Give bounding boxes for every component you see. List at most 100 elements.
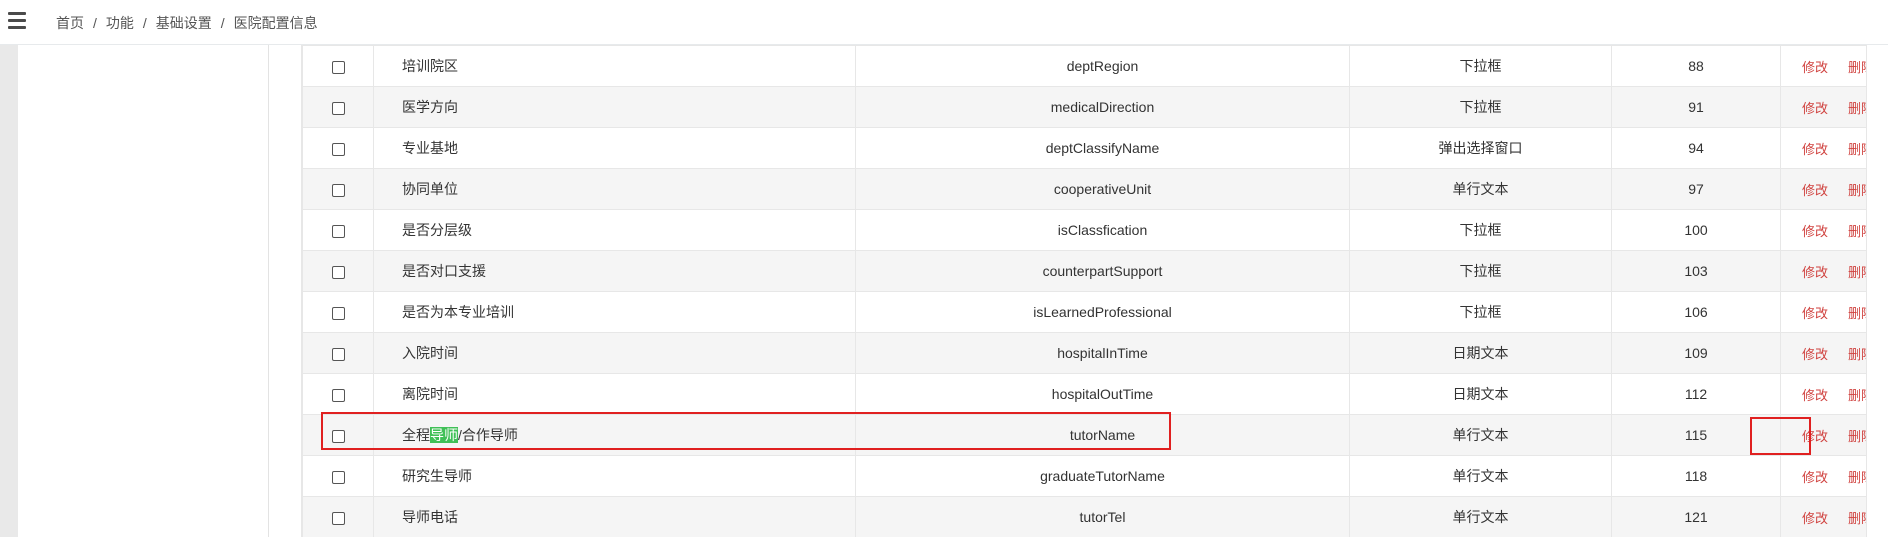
edit-button[interactable]: 修改 bbox=[1802, 344, 1828, 363]
row-field-name: isClassfication bbox=[855, 209, 1350, 251]
edit-button[interactable]: 修改 bbox=[1802, 262, 1828, 281]
row-display-name: 是否分层级 bbox=[373, 209, 856, 251]
row-checkbox[interactable] bbox=[331, 265, 345, 279]
breadcrumb-home[interactable]: 首页 bbox=[56, 15, 84, 31]
table-row: 专业基地 deptClassifyName 弹出选择窗口 94 修改 删除 bbox=[302, 127, 1866, 169]
table-row: 培训院区 deptRegion 下拉框 88 修改 删除 bbox=[302, 45, 1866, 87]
row-field-name: deptRegion bbox=[855, 45, 1350, 87]
row-field-name: tutorName bbox=[855, 414, 1350, 456]
edit-button[interactable]: 修改 bbox=[1802, 385, 1828, 404]
row-sort-order: 115 bbox=[1611, 414, 1781, 456]
row-display-name: 医学方向 bbox=[373, 86, 856, 128]
row-sort-order: 103 bbox=[1611, 250, 1781, 292]
row-display-name: 是否对口支援 bbox=[373, 250, 856, 292]
row-sort-order: 94 bbox=[1611, 127, 1781, 169]
edit-button[interactable]: 修改 bbox=[1802, 180, 1828, 199]
breadcrumb-current: 医院配置信息 bbox=[233, 15, 318, 31]
table-row: 全程导师/合作导师 tutorName 单行文本 115 修改 删除 bbox=[302, 414, 1866, 456]
table-row: 离院时间 hospitalOutTime 日期文本 112 修改 删除 bbox=[302, 373, 1866, 415]
delete-button[interactable]: 删除 bbox=[1848, 57, 1866, 76]
delete-button[interactable]: 删除 bbox=[1848, 344, 1866, 363]
delete-button[interactable]: 删除 bbox=[1848, 426, 1866, 445]
edit-button[interactable]: 修改 bbox=[1802, 467, 1828, 486]
table-row: 协同单位 cooperativeUnit 单行文本 97 修改 删除 bbox=[302, 168, 1866, 210]
row-field-name: isLearnedProfessional bbox=[855, 291, 1350, 333]
name-prefix: 全程 bbox=[402, 427, 430, 443]
row-checkbox[interactable] bbox=[331, 224, 345, 238]
row-display-name: 协同单位 bbox=[373, 168, 856, 210]
delete-button[interactable]: 删除 bbox=[1848, 180, 1866, 199]
row-display-name: 研究生导师 bbox=[373, 455, 856, 497]
menu-toggle-icon[interactable] bbox=[8, 12, 26, 30]
edit-button[interactable]: 修改 bbox=[1802, 139, 1828, 158]
row-checkbox[interactable] bbox=[331, 429, 345, 443]
row-sort-order: 109 bbox=[1611, 332, 1781, 374]
row-field-name: deptClassifyName bbox=[855, 127, 1350, 169]
row-input-type: 弹出选择窗口 bbox=[1349, 127, 1612, 169]
row-display-name: 导师电话 bbox=[373, 496, 856, 537]
row-input-type: 下拉框 bbox=[1349, 291, 1612, 333]
delete-button[interactable]: 删除 bbox=[1848, 303, 1866, 322]
row-field-name: medicalDirection bbox=[855, 86, 1350, 128]
breadcrumb: 首页 / 功能 / 基础设置 / 医院配置信息 bbox=[56, 15, 318, 31]
name-suffix: /合作导师 bbox=[458, 427, 518, 443]
row-sort-order: 88 bbox=[1611, 45, 1781, 87]
left-panel bbox=[18, 45, 269, 537]
table-row: 研究生导师 graduateTutorName 单行文本 118 修改 删除 bbox=[302, 455, 1866, 497]
edit-button[interactable]: 修改 bbox=[1802, 508, 1828, 527]
table-row: 医学方向 medicalDirection 下拉框 91 修改 删除 bbox=[302, 86, 1866, 128]
delete-button[interactable]: 删除 bbox=[1848, 221, 1866, 240]
row-input-type: 日期文本 bbox=[1349, 332, 1612, 374]
row-sort-order: 91 bbox=[1611, 86, 1781, 128]
row-sort-order: 118 bbox=[1611, 455, 1781, 497]
row-checkbox[interactable] bbox=[331, 60, 345, 74]
row-input-type: 下拉框 bbox=[1349, 209, 1612, 251]
row-field-name: tutorTel bbox=[855, 496, 1350, 537]
row-input-type: 下拉框 bbox=[1349, 250, 1612, 292]
row-input-type: 单行文本 bbox=[1349, 455, 1612, 497]
row-checkbox[interactable] bbox=[331, 183, 345, 197]
row-field-name: graduateTutorName bbox=[855, 455, 1350, 497]
row-input-type: 单行文本 bbox=[1349, 168, 1612, 210]
row-sort-order: 121 bbox=[1611, 496, 1781, 537]
config-table-container: 培训院区 deptRegion 下拉框 88 修改删除 医学方向 medical… bbox=[301, 45, 1867, 537]
row-input-type: 下拉框 bbox=[1349, 45, 1612, 87]
row-checkbox[interactable] bbox=[331, 470, 345, 484]
search-highlight: 导师 bbox=[430, 427, 458, 443]
edit-button[interactable]: 修改 bbox=[1802, 57, 1828, 76]
row-sort-order: 97 bbox=[1611, 168, 1781, 210]
row-display-name: 专业基地 bbox=[373, 127, 856, 169]
delete-button[interactable]: 删除 bbox=[1848, 508, 1866, 527]
row-input-type: 日期文本 bbox=[1349, 373, 1612, 415]
delete-button[interactable]: 删除 bbox=[1848, 139, 1866, 158]
row-display-name: 是否为本专业培训 bbox=[373, 291, 856, 333]
edit-button[interactable]: 修改 bbox=[1802, 426, 1828, 445]
edit-button[interactable]: 修改 bbox=[1802, 303, 1828, 322]
row-checkbox[interactable] bbox=[331, 511, 345, 525]
delete-button[interactable]: 删除 bbox=[1848, 467, 1866, 486]
row-checkbox[interactable] bbox=[331, 142, 345, 156]
edit-button[interactable]: 修改 bbox=[1802, 221, 1828, 240]
row-checkbox[interactable] bbox=[331, 347, 345, 361]
delete-button[interactable]: 删除 bbox=[1848, 262, 1866, 281]
row-checkbox[interactable] bbox=[331, 388, 345, 402]
breadcrumb-basic-settings[interactable]: 基础设置 bbox=[156, 15, 212, 31]
edit-button[interactable]: 修改 bbox=[1802, 98, 1828, 117]
left-edge-strip bbox=[0, 45, 18, 537]
config-table: 培训院区 deptRegion 下拉框 88 修改删除 医学方向 medical… bbox=[302, 45, 1866, 537]
row-display-name: 全程导师/合作导师 bbox=[373, 414, 856, 456]
row-sort-order: 100 bbox=[1611, 209, 1781, 251]
table-row: 是否对口支援 counterpartSupport 下拉框 103 修改 删除 bbox=[302, 250, 1866, 292]
table-row: 是否为本专业培训 isLearnedProfessional 下拉框 106 修… bbox=[302, 291, 1866, 333]
breadcrumb-function[interactable]: 功能 bbox=[106, 15, 134, 31]
row-checkbox[interactable] bbox=[331, 101, 345, 115]
table-row: 导师电话 tutorTel 单行文本 121 修改 删除 bbox=[302, 496, 1866, 537]
row-display-name: 入院时间 bbox=[373, 332, 856, 374]
main-content: 培训院区 deptRegion 下拉框 88 修改删除 医学方向 medical… bbox=[269, 45, 1888, 537]
delete-button[interactable]: 删除 bbox=[1848, 98, 1866, 117]
delete-button[interactable]: 删除 bbox=[1848, 385, 1866, 404]
row-input-type: 下拉框 bbox=[1349, 86, 1612, 128]
row-display-name: 离院时间 bbox=[373, 373, 856, 415]
table-row: 是否分层级 isClassfication 下拉框 100 修改 删除 bbox=[302, 209, 1866, 251]
row-checkbox[interactable] bbox=[331, 306, 345, 320]
